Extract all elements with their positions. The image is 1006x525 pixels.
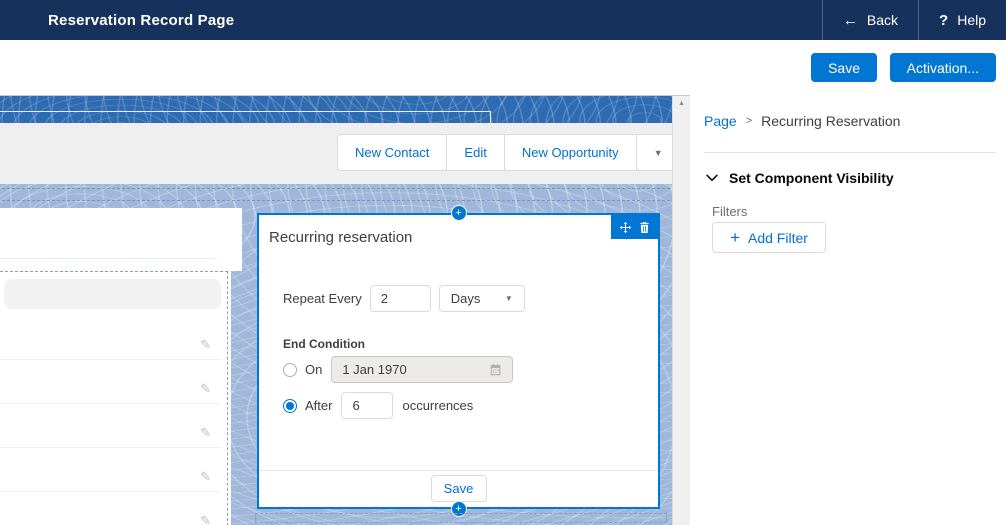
repeat-every-input[interactable] — [370, 285, 431, 312]
component-save-button[interactable]: Save — [431, 475, 487, 502]
record-detail-panel-top — [0, 208, 242, 271]
page-title: Reservation Record Page — [48, 12, 234, 29]
add-filter-label: Add Filter — [748, 230, 808, 246]
component-action-badge — [611, 215, 658, 239]
builder-toolbar: Save Activation... — [0, 40, 1006, 95]
page-canvas: New Contact Edit New Opportunity ▼ ✎ — [0, 95, 672, 525]
chevron-down-icon: ▼ — [654, 148, 663, 158]
frequency-select[interactable]: Days ▼ — [439, 285, 525, 312]
region-dashed-border — [0, 271, 228, 272]
edit-pencil-icon[interactable]: ✎ — [200, 469, 211, 485]
end-date-input[interactable]: 1 Jan 1970 — [331, 356, 513, 383]
record-detail-panel: ✎ ✎ ✎ ✎ ✎ — [0, 271, 231, 525]
end-on-label: On — [305, 362, 322, 377]
breadcrumb-current: Recurring Reservation — [761, 113, 900, 129]
help-icon: ? — [939, 12, 948, 29]
calendar-icon — [489, 363, 502, 376]
record-header-band — [0, 96, 672, 123]
app-builder-window: Reservation Record Page ← Back ? Help Sa… — [0, 0, 1006, 525]
chevron-down-icon — [706, 174, 718, 182]
end-condition-label: End Condition — [283, 337, 365, 351]
plus-icon: + — [730, 229, 740, 246]
section-header-bar — [4, 279, 221, 309]
help-button[interactable]: ? Help — [919, 0, 1006, 40]
app-header: Reservation Record Page ← Back ? Help — [0, 0, 1006, 40]
filters-label: Filters — [712, 204, 747, 219]
repeat-every-row: Repeat Every Days ▼ — [283, 285, 525, 312]
save-page-button[interactable]: Save — [811, 53, 877, 82]
edit-pencil-icon[interactable]: ✎ — [200, 337, 211, 353]
edit-pencil-icon[interactable]: ✎ — [200, 425, 211, 441]
panel-divider — [0, 258, 215, 259]
sidebar-divider — [704, 152, 996, 153]
drop-zone-strip — [2, 188, 670, 201]
add-filter-button[interactable]: + Add Filter — [712, 222, 826, 253]
end-date-value: 1 Jan 1970 — [342, 362, 406, 377]
canvas-scrollbar[interactable]: ▲ — [672, 95, 690, 525]
end-after-radio[interactable] — [283, 399, 297, 413]
breadcrumb: Page > Recurring Reservation — [704, 113, 900, 129]
repeat-every-label: Repeat Every — [283, 291, 362, 306]
edit-button[interactable]: Edit — [446, 135, 503, 170]
activation-button[interactable]: Activation... — [890, 53, 996, 82]
highlights-panel-placeholder: New Contact Edit New Opportunity ▼ — [0, 123, 672, 184]
help-label: Help — [957, 12, 986, 28]
scroll-up-icon[interactable]: ▲ — [673, 100, 690, 107]
edit-pencil-icon[interactable]: ✎ — [200, 381, 211, 397]
back-button[interactable]: ← Back — [823, 0, 918, 40]
trash-icon[interactable] — [639, 221, 650, 234]
end-after-label: After — [305, 398, 332, 413]
record-field-row: ✎ — [0, 492, 221, 525]
frequency-value: Days — [451, 291, 481, 306]
recurring-reservation-component[interactable]: + + Recurring reservation Repeat Every D… — [257, 213, 660, 509]
component-footer-divider — [259, 470, 658, 471]
back-label: Back — [867, 12, 898, 28]
record-field-row: ✎ — [0, 448, 221, 492]
record-field-row: ✎ — [0, 404, 221, 448]
record-field-row: ✎ — [0, 360, 221, 404]
region-outline — [0, 111, 490, 112]
end-on-row: On 1 Jan 1970 — [283, 356, 513, 383]
breadcrumb-page-link[interactable]: Page — [704, 113, 737, 129]
new-opportunity-button[interactable]: New Opportunity — [504, 135, 636, 170]
header-actions: ← Back ? Help — [822, 0, 1006, 40]
back-arrow-icon: ← — [843, 12, 858, 29]
region-outline — [490, 111, 491, 123]
record-action-group: New Contact Edit New Opportunity ▼ — [337, 134, 681, 171]
add-component-above-button[interactable]: + — [451, 205, 467, 221]
region-dashed-border — [227, 271, 228, 525]
record-field-list: ✎ ✎ ✎ ✎ ✎ — [0, 316, 221, 525]
breadcrumb-separator: > — [746, 115, 752, 127]
chevron-down-icon: ▼ — [505, 294, 513, 303]
visibility-section-title: Set Component Visibility — [729, 170, 894, 186]
record-field-row: ✎ — [0, 316, 221, 360]
component-visibility-section-toggle[interactable]: Set Component Visibility — [706, 170, 894, 186]
occurrences-label: occurrences — [402, 398, 473, 413]
component-title: Recurring reservation — [269, 229, 412, 246]
end-on-radio[interactable] — [283, 363, 297, 377]
properties-sidebar: Page > Recurring Reservation Set Compone… — [690, 95, 1006, 525]
edit-pencil-icon[interactable]: ✎ — [200, 513, 211, 525]
end-after-row: After occurrences — [283, 392, 473, 419]
drop-zone-strip — [255, 513, 667, 523]
occurrences-input[interactable] — [341, 392, 393, 419]
new-contact-button[interactable]: New Contact — [338, 135, 446, 170]
move-icon[interactable] — [619, 221, 632, 234]
